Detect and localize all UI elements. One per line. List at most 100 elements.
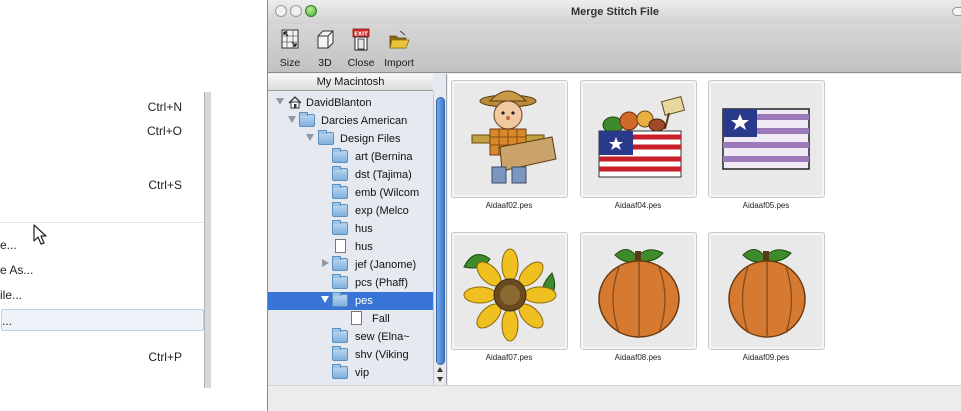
folder-icon (332, 256, 348, 271)
file-thumbnail-aidaaf09[interactable] (708, 232, 825, 350)
cube-icon (317, 30, 334, 49)
menu-item-label: ... (2, 314, 13, 328)
title-bar[interactable]: Merge Stitch File (268, 0, 961, 24)
file-thumbnail-aidaaf08[interactable] (580, 232, 697, 350)
tree-item-sew[interactable]: sew (Elna~ (268, 328, 433, 346)
disclosure-open-icon[interactable] (288, 116, 296, 123)
folder-icon (332, 274, 348, 289)
window-title: Merge Stitch File (570, 6, 660, 18)
tree-item-shv[interactable]: shv (Viking (268, 346, 433, 364)
tree-item-fall[interactable]: Fall (268, 310, 433, 328)
menu-item-file[interactable]: ile... (0, 284, 204, 306)
tree-item-hus-folder[interactable]: hus (268, 220, 433, 238)
merge-stitch-window: Merge Stitch File Size 3D EXIT Close Imp… (267, 0, 961, 411)
menu-item-label: ile... (0, 288, 23, 302)
tree-item-label: pcs (Phaff) (355, 277, 408, 289)
tree-item-label: Fall (372, 313, 390, 325)
close-label: Close (347, 57, 375, 69)
disclosure-open-icon[interactable] (321, 296, 329, 303)
tree-item-label: shv (Viking (355, 349, 409, 361)
toolbar: Size 3D EXIT Close Import (268, 24, 961, 73)
sidebar-scrollbar[interactable] (433, 91, 446, 385)
import-label: Import (384, 57, 414, 69)
menu-shortcut: Ctrl+N (147, 100, 182, 114)
tree-item-label: pes (355, 295, 373, 307)
tree-item-exp[interactable]: exp (Melco (268, 202, 433, 220)
menu-item-save-partial[interactable]: e... (0, 234, 204, 256)
scroll-up-arrow-icon[interactable] (437, 367, 443, 372)
document-icon (335, 239, 346, 253)
folder-open-icon (389, 30, 410, 49)
folder-icon (332, 328, 348, 343)
pumpkin-design-icon (598, 249, 680, 338)
folder-icon (299, 112, 315, 127)
menu-item-highlighted[interactable]: ... (1, 309, 204, 331)
scroll-down-arrow-icon[interactable] (437, 377, 443, 382)
menu-item-new[interactable]: Ctrl+N (0, 96, 204, 118)
menu-item-label: e... (0, 238, 17, 252)
menu-item-label: e As... (0, 263, 34, 277)
tree-item-pcs[interactable]: pcs (Phaff) (268, 274, 433, 292)
folder-icon (332, 184, 348, 199)
menu-item-save-as[interactable]: e As... (0, 259, 204, 281)
file-thumbnail-aidaaf04[interactable] (580, 80, 697, 198)
3d-button[interactable]: 3D (314, 28, 336, 70)
tree-item-darcies-american[interactable]: Darcies American (268, 112, 433, 130)
toolbar-toggle-button[interactable] (952, 7, 961, 16)
folder-icon (332, 202, 348, 217)
3d-label: 3D (318, 57, 332, 69)
menu-shortcut: Ctrl+P (148, 350, 182, 364)
tree-item-jef[interactable]: jef (Janome) (268, 256, 433, 274)
tree-item-label: Darcies American (321, 115, 408, 127)
file-thumbnail-aidaaf05[interactable] (708, 80, 825, 198)
tree-item-label: hus (355, 223, 373, 235)
tree-item-label: DavidBlanton (306, 97, 372, 109)
tree-item-davidblanton[interactable]: DavidBlanton (268, 94, 433, 112)
flag-design-icon (722, 108, 810, 170)
tree-item-pes[interactable]: pes (268, 292, 433, 310)
tree-item-label: emb (Wilcom (355, 187, 420, 199)
menu-item-save[interactable]: Ctrl+S (0, 174, 204, 196)
file-menu: Ctrl+N Ctrl+O Ctrl+S e... e As... ile...… (0, 92, 211, 388)
sidebar-header: My Macintosh (268, 74, 433, 91)
file-name: Aidaaf02.pes (485, 201, 533, 210)
sidebar: My Macintosh DavidBlanton Darcies Americ… (268, 74, 447, 385)
tree-item-hus-file[interactable]: hus (268, 238, 433, 256)
folder-icon (332, 166, 348, 181)
disclosure-open-icon[interactable] (276, 98, 284, 105)
file-name: Aidaaf04.pes (614, 201, 662, 210)
tree-item-vip[interactable]: vip (268, 364, 433, 382)
tree-item-dst[interactable]: dst (Tajima) (268, 166, 433, 184)
exit-door-icon: EXIT (352, 28, 370, 51)
folder-icon (332, 346, 348, 361)
file-name: Aidaaf05.pes (742, 201, 790, 210)
tree-item-label: sew (Elna~ (355, 331, 410, 343)
menu-item-print[interactable]: Ctrl+P (0, 346, 204, 368)
file-name: Aidaaf09.pes (742, 353, 790, 362)
close-toolbar-button[interactable]: EXIT Close (346, 28, 376, 70)
tree-item-emb[interactable]: emb (Wilcom (268, 184, 433, 202)
disclosure-open-icon[interactable] (306, 134, 314, 141)
menu-item-open[interactable]: Ctrl+O (0, 120, 204, 142)
import-button[interactable]: Import (380, 28, 418, 70)
file-thumbnail-aidaaf02[interactable] (451, 80, 568, 198)
folder-icon (318, 130, 334, 145)
menu-shortcut: Ctrl+O (146, 124, 182, 138)
screen: Ctrl+N Ctrl+O Ctrl+S e... e As... ile...… (0, 0, 961, 411)
tree-item-design-files[interactable]: Design Files (268, 130, 433, 148)
folder-icon (332, 292, 348, 307)
size-label: Size (279, 57, 301, 69)
flag-basket-design-icon (598, 96, 686, 178)
file-name: Aidaaf07.pes (485, 353, 533, 362)
tree-item-art[interactable]: art (Bernina (268, 148, 433, 166)
file-thumbnail-aidaaf07[interactable] (451, 232, 568, 350)
menu-shortcut: Ctrl+S (148, 178, 182, 192)
folder-icon (332, 148, 348, 163)
tree-item-label: Design Files (340, 133, 401, 145)
size-button[interactable]: Size (276, 28, 304, 70)
folder-icon (332, 220, 348, 235)
size-icon (281, 29, 299, 49)
disclosure-closed-icon[interactable] (322, 259, 329, 267)
status-bar (268, 385, 961, 411)
scrollbar-thumb[interactable] (436, 97, 445, 365)
